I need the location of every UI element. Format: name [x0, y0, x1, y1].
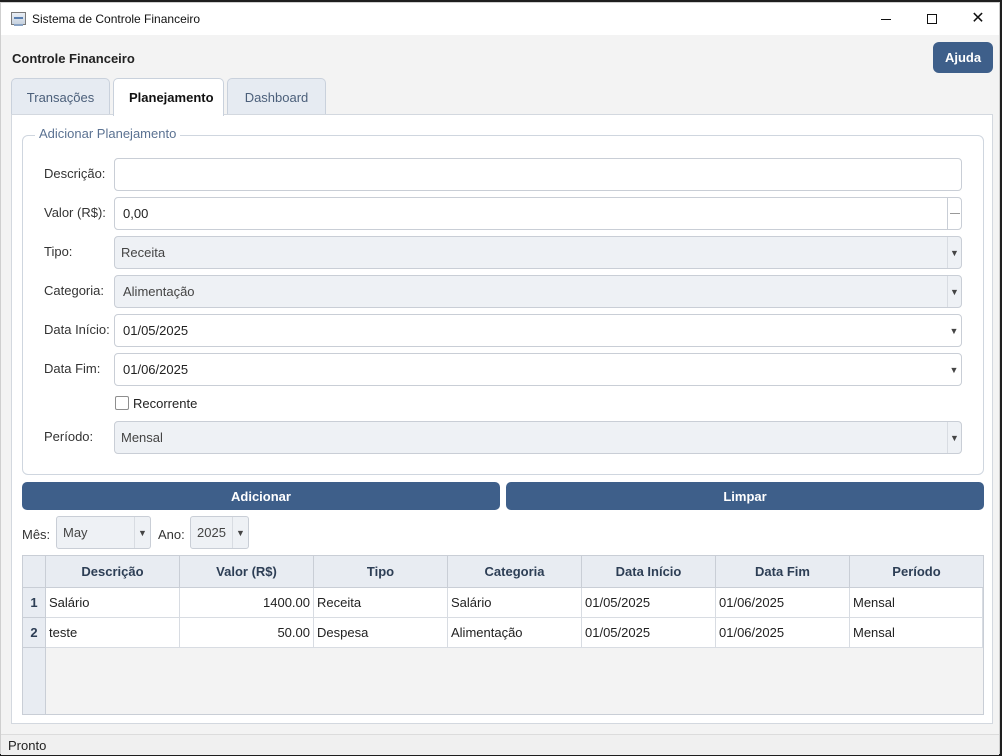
end-date-label: Data Fim: — [44, 361, 101, 376]
window-title: Sistema de Controle Financeiro — [32, 12, 201, 26]
clear-button[interactable]: Limpar — [506, 482, 984, 510]
cell-tipo[interactable]: Receita — [314, 588, 448, 618]
start-date-label: Data Início: — [44, 322, 110, 337]
amount-value: 0,00 — [123, 206, 149, 221]
minimize-icon — [881, 18, 891, 20]
column-header-descricao[interactable]: Descrição — [46, 556, 180, 588]
chevron-down-icon[interactable]: ▼ — [232, 517, 248, 548]
row-number[interactable]: 1 — [23, 588, 46, 618]
status-text: Pronto — [8, 738, 47, 753]
year-dropdown[interactable]: 2025 ▼ — [190, 516, 249, 549]
cell-tipo[interactable]: Despesa — [314, 618, 448, 648]
tab-dashboard[interactable]: Dashboard — [227, 78, 326, 115]
cell-data-fim[interactable]: 01/06/2025 — [716, 588, 850, 618]
cell-valor[interactable]: 1400.00 — [180, 588, 314, 618]
close-button[interactable]: ✕ — [955, 3, 1001, 35]
amount-label: Valor (R$): — [44, 205, 106, 220]
add-plan-group: Adicionar Planejamento Descrição: Valor … — [22, 126, 984, 475]
maximize-button[interactable] — [909, 3, 955, 35]
type-value: Receita — [121, 245, 166, 260]
table-row[interactable]: 1 Salário 1400.00 Receita Salário 01/05/… — [23, 588, 983, 618]
category-dropdown[interactable]: Alimentação ▼ — [114, 275, 962, 308]
title-bar[interactable]: Sistema de Controle Financeiro ✕ — [1, 3, 999, 35]
month-label: Mês: — [22, 527, 51, 542]
period-value: Mensal — [121, 430, 163, 445]
maximize-icon — [927, 14, 937, 24]
minimize-button[interactable] — [863, 3, 909, 35]
planejamento-panel: Adicionar Planejamento Descrição: Valor … — [11, 114, 993, 724]
app-icon — [11, 12, 26, 26]
add-button[interactable]: Adicionar — [22, 482, 500, 510]
table-row[interactable]: 2 teste 50.00 Despesa Alimentação 01/05/… — [23, 618, 983, 648]
row-number[interactable]: 2 — [23, 618, 46, 648]
planning-table: Descrição Valor (R$) Tipo Categoria Data… — [22, 555, 984, 715]
cell-periodo[interactable]: Mensal — [850, 618, 983, 648]
type-dropdown[interactable]: Receita ▼ — [114, 236, 962, 269]
year-value: 2025 — [197, 525, 226, 540]
tab-planejamento[interactable]: Planejamento — [113, 78, 224, 116]
end-date-value: 01/06/2025 — [123, 362, 189, 377]
column-header-valor[interactable]: Valor (R$) — [180, 556, 314, 588]
help-button[interactable]: Ajuda — [933, 42, 993, 73]
recurring-checkbox[interactable] — [115, 396, 129, 410]
recurring-label[interactable]: Recorrente — [133, 396, 197, 411]
spinner-buttons[interactable] — [947, 198, 961, 229]
category-value: Alimentação — [123, 284, 195, 299]
cell-categoria[interactable]: Alimentação — [448, 618, 582, 648]
app-window: Sistema de Controle Financeiro ✕ Control… — [0, 2, 1000, 755]
group-title: Adicionar Planejamento — [35, 126, 181, 141]
month-value: May — [63, 525, 88, 540]
cell-periodo[interactable]: Mensal — [850, 588, 983, 618]
status-bar: Pronto — [1, 734, 999, 755]
column-header-data-fim[interactable]: Data Fim — [716, 556, 850, 588]
chevron-down-icon[interactable]: ▼ — [947, 422, 961, 453]
column-header-categoria[interactable]: Categoria — [448, 556, 582, 588]
cell-data-inicio[interactable]: 01/05/2025 — [582, 618, 716, 648]
period-dropdown[interactable]: Mensal ▼ — [114, 421, 962, 454]
period-label: Período: — [44, 429, 94, 444]
cell-categoria[interactable]: Salário — [448, 588, 582, 618]
column-header-periodo[interactable]: Período — [850, 556, 983, 588]
close-icon: ✕ — [971, 10, 985, 27]
cell-descricao[interactable]: Salário — [46, 588, 180, 618]
app-header-title: Controle Financeiro — [12, 51, 135, 66]
year-label: Ano: — [158, 527, 185, 542]
chevron-down-icon[interactable]: ▼ — [947, 276, 961, 307]
description-input[interactable] — [114, 158, 962, 191]
description-label: Descrição: — [44, 166, 106, 181]
cell-data-inicio[interactable]: 01/05/2025 — [582, 588, 716, 618]
cell-data-fim[interactable]: 01/06/2025 — [716, 618, 850, 648]
cell-valor[interactable]: 50.00 — [180, 618, 314, 648]
month-dropdown[interactable]: May ▼ — [56, 516, 151, 549]
table-corner[interactable] — [23, 556, 46, 588]
category-label: Categoria: — [44, 283, 104, 298]
start-date-picker[interactable]: 01/05/2025 ▼ — [114, 314, 962, 347]
amount-spinbox[interactable]: 0,00 — [114, 197, 962, 230]
chevron-down-icon[interactable]: ▼ — [947, 354, 961, 385]
chevron-down-icon[interactable]: ▼ — [947, 237, 961, 268]
start-date-value: 01/05/2025 — [123, 323, 189, 338]
end-date-picker[interactable]: 01/06/2025 ▼ — [114, 353, 962, 386]
column-header-tipo[interactable]: Tipo — [314, 556, 448, 588]
chevron-down-icon[interactable]: ▼ — [134, 517, 150, 548]
tab-transacoes[interactable]: Transações — [11, 78, 110, 115]
chevron-down-icon[interactable]: ▼ — [947, 315, 961, 346]
column-header-data-inicio[interactable]: Data Início — [582, 556, 716, 588]
type-label: Tipo: — [44, 244, 73, 259]
cell-descricao[interactable]: teste — [46, 618, 180, 648]
